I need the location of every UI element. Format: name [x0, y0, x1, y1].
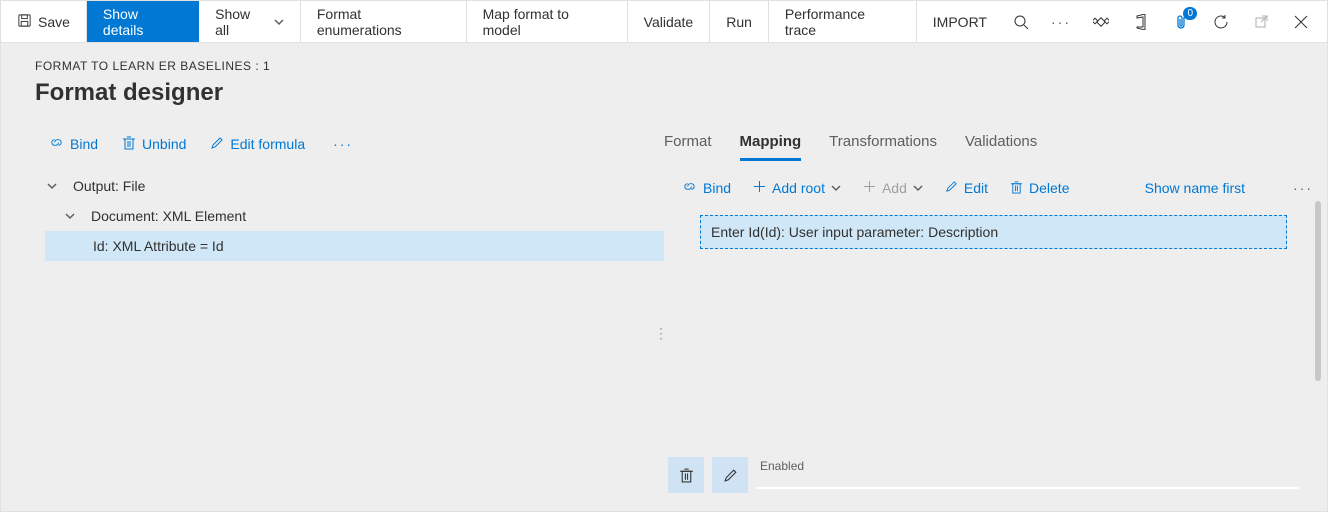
left-actions: Bind Unbind Edit formula ···	[1, 121, 664, 171]
link-icon	[682, 179, 697, 197]
add-button: Add	[853, 176, 933, 200]
trash-icon	[1010, 180, 1023, 197]
left-pane: Bind Unbind Edit formula ···	[1, 121, 664, 511]
tab-format[interactable]: Format	[664, 129, 712, 161]
tab-validations[interactable]: Validations	[965, 129, 1037, 161]
top-toolbar: Save Show details Show all Format enumer…	[1, 1, 1327, 43]
tab-mapping[interactable]: Mapping	[740, 129, 802, 161]
enabled-label: Enabled	[756, 457, 1299, 473]
add-root-label: Add root	[772, 180, 825, 196]
pencil-icon	[210, 136, 224, 153]
map-format-button[interactable]: Map format to model	[467, 1, 628, 42]
map-format-label: Map format to model	[483, 6, 611, 38]
popout-icon[interactable]	[1243, 1, 1279, 43]
tree-node-label: Id: XML Attribute = Id	[89, 238, 224, 254]
save-button[interactable]: Save	[1, 1, 87, 42]
save-icon	[17, 13, 32, 31]
plus-icon	[753, 180, 766, 196]
chevron-down-icon	[274, 14, 284, 30]
import-button[interactable]: IMPORT	[917, 1, 1003, 42]
chevron-down-icon	[831, 180, 841, 196]
right-bind-button[interactable]: Bind	[672, 175, 741, 201]
bottom-edit-button[interactable]	[712, 457, 748, 493]
edit-formula-label: Edit formula	[230, 136, 305, 152]
edit-label: Edit	[964, 180, 988, 196]
right-tabs: Format Mapping Transformations Validatio…	[664, 121, 1327, 161]
perf-trace-label: Performance trace	[785, 6, 900, 38]
content-area: FORMAT TO LEARN ER BASELINES : 1 Format …	[1, 43, 1327, 511]
mapping-item-label: Enter Id(Id): User input parameter: Desc…	[711, 224, 998, 240]
breadcrumb: FORMAT TO LEARN ER BASELINES : 1	[1, 43, 1327, 79]
tab-transformations[interactable]: Transformations	[829, 129, 937, 161]
import-label: IMPORT	[933, 14, 987, 30]
edit-button[interactable]: Edit	[935, 176, 998, 200]
validate-label: Validate	[644, 14, 694, 30]
tree-node-label: Document: XML Element	[87, 208, 246, 224]
right-bind-label: Bind	[703, 180, 731, 196]
trash-icon	[122, 135, 136, 153]
show-name-first[interactable]: Show name first	[1145, 180, 1245, 196]
delete-label: Delete	[1029, 180, 1069, 196]
refresh-icon[interactable]	[1203, 1, 1239, 43]
delete-button[interactable]: Delete	[1000, 176, 1079, 201]
caret-down-icon	[45, 179, 59, 193]
tree-node-label: Output: File	[69, 178, 145, 194]
right-actions: Bind Add root Add	[664, 161, 1327, 209]
search-icon[interactable]	[1003, 1, 1039, 43]
add-root-button[interactable]: Add root	[743, 176, 851, 200]
tree-node-document[interactable]: Document: XML Element	[45, 201, 664, 231]
bottom-delete-button[interactable]	[668, 457, 704, 493]
run-button[interactable]: Run	[710, 1, 769, 42]
format-enumerations-button[interactable]: Format enumerations	[301, 1, 467, 42]
pencil-icon	[945, 180, 958, 196]
add-label: Add	[882, 180, 907, 196]
show-all-dropdown[interactable]: Show all	[199, 1, 301, 42]
mapping-item[interactable]: Enter Id(Id): User input parameter: Desc…	[700, 215, 1287, 249]
caret-down-icon	[63, 209, 77, 223]
office-icon[interactable]	[1123, 1, 1159, 43]
plus-icon	[863, 180, 876, 196]
vertical-scrollbar[interactable]	[1315, 201, 1321, 381]
unbind-label: Unbind	[142, 136, 186, 152]
badge-count: 0	[1183, 7, 1197, 20]
format-tree: Output: File Document: XML Element Id: X…	[1, 171, 664, 261]
more-icon[interactable]: ···	[1043, 1, 1079, 43]
tree-node-id[interactable]: Id: XML Attribute = Id	[45, 231, 664, 261]
validate-button[interactable]: Validate	[628, 1, 711, 42]
bind-label: Bind	[70, 136, 98, 152]
enabled-field[interactable]	[756, 487, 1299, 489]
edit-formula-button[interactable]: Edit formula	[200, 132, 315, 157]
show-details-button[interactable]: Show details	[87, 1, 199, 42]
page-title: Format designer	[1, 79, 1327, 107]
diamond-icon[interactable]	[1083, 1, 1119, 43]
left-more-icon[interactable]: ···	[319, 136, 359, 152]
show-details-label: Show details	[103, 6, 182, 38]
format-enum-label: Format enumerations	[317, 6, 450, 38]
right-pane: Format Mapping Transformations Validatio…	[664, 121, 1327, 511]
performance-trace-button[interactable]: Performance trace	[769, 1, 917, 42]
bottom-bar: Enabled	[668, 457, 1299, 501]
attach-icon[interactable]: 0	[1163, 1, 1199, 43]
bind-button[interactable]: Bind	[39, 131, 108, 157]
close-icon[interactable]	[1283, 1, 1319, 43]
tree-node-output[interactable]: Output: File	[45, 171, 664, 201]
show-all-label: Show all	[215, 6, 268, 38]
unbind-button[interactable]: Unbind	[112, 131, 196, 157]
link-icon	[49, 135, 64, 153]
chevron-down-icon	[913, 180, 923, 196]
right-more-icon[interactable]: ···	[1287, 180, 1319, 196]
run-label: Run	[726, 14, 752, 30]
save-label: Save	[38, 14, 70, 30]
